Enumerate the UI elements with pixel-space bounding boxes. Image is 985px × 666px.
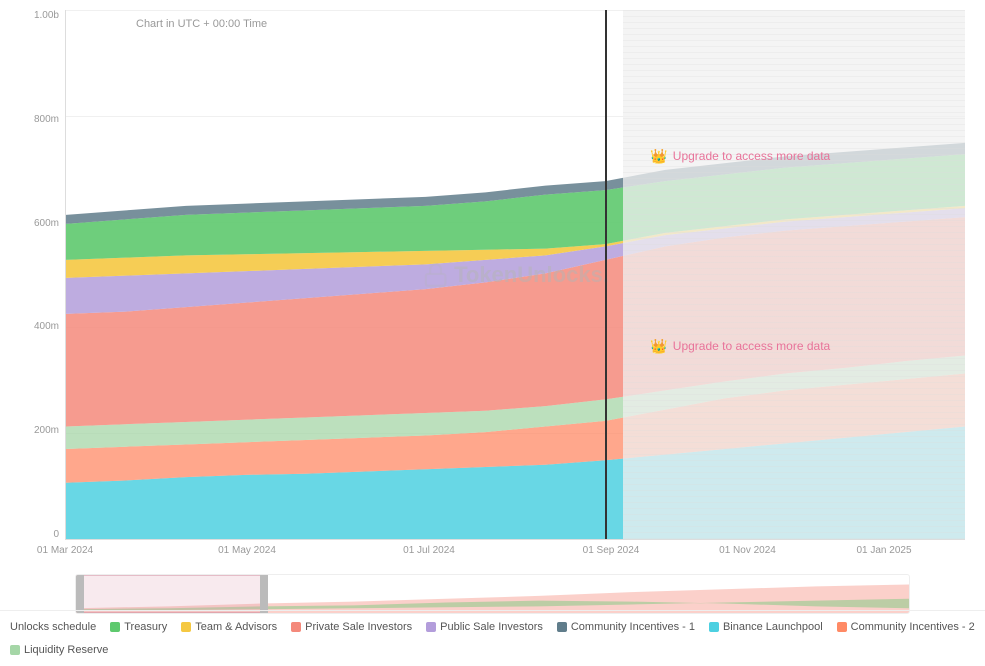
y-label-600m: 600m	[34, 218, 59, 229]
x-label-sep: 01 Sep 2024	[583, 545, 640, 556]
legend-item-binance: Binance Launchpool	[709, 621, 823, 633]
y-label-1b: 1.00b	[34, 10, 59, 21]
y-axis: 1.00b 800m 600m 400m 200m 0	[10, 10, 65, 540]
y-label-200m: 200m	[34, 425, 59, 436]
legend-label-community2: Community Incentives - 2	[851, 621, 975, 633]
x-label-jul: 01 Jul 2024	[403, 545, 455, 556]
navigator-selection[interactable]	[76, 575, 268, 613]
legend-label-community1: Community Incentives - 1	[571, 621, 695, 633]
upgrade-text-bottom: Upgrade to access more data	[673, 339, 830, 353]
legend-label-public: Public Sale Investors	[440, 621, 543, 633]
legend-label-private: Private Sale Investors	[305, 621, 412, 633]
chart-plot-area: Today 👑 Upgrade to access more data 👑 Up…	[65, 10, 965, 540]
navigator[interactable]	[75, 574, 910, 614]
navigator-handle-left[interactable]	[76, 575, 84, 613]
y-label-400m: 400m	[34, 321, 59, 332]
chart-container: 1.00b 800m 600m 400m 200m 0	[0, 0, 985, 666]
legend-dot-private	[291, 622, 301, 632]
legend-dot-treasury	[110, 622, 120, 632]
x-label-mar: 01 Mar 2024	[37, 545, 93, 556]
legend-item-community2: Community Incentives - 2	[837, 621, 975, 633]
legend-label-liquidity: Liquidity Reserve	[24, 644, 108, 656]
today-line: Today	[605, 10, 607, 539]
upgrade-box-top[interactable]: 👑 Upgrade to access more data	[650, 148, 830, 165]
legend-dot-public	[426, 622, 436, 632]
crown-icon-bottom: 👑	[650, 338, 667, 355]
legend-item-treasury: Treasury	[110, 621, 167, 633]
legend-dot-binance	[709, 622, 719, 632]
legend-label-binance: Binance Launchpool	[723, 621, 823, 633]
upgrade-text-top: Upgrade to access more data	[673, 149, 830, 163]
legend-item-liquidity: Liquidity Reserve	[10, 644, 108, 656]
legend-label-team: Team & Advisors	[195, 621, 277, 633]
blur-overlay	[623, 10, 965, 539]
legend-dot-community2	[837, 622, 847, 632]
legend-item-team: Team & Advisors	[181, 621, 277, 633]
navigator-handle-right[interactable]	[260, 575, 268, 613]
legend-dot-liquidity	[10, 645, 20, 655]
legend-item-private: Private Sale Investors	[291, 621, 412, 633]
x-axis: 01 Mar 2024 01 May 2024 01 Jul 2024 01 S…	[65, 540, 975, 570]
legend-item-community1: Community Incentives - 1	[557, 621, 695, 633]
x-label-nov: 01 Nov 2024	[719, 545, 776, 556]
crown-icon-top: 👑	[650, 148, 667, 165]
legend-title-text: Unlocks schedule	[10, 621, 96, 633]
y-label-800m: 800m	[34, 114, 59, 125]
legend-item-public: Public Sale Investors	[426, 621, 543, 633]
chart-area: 1.00b 800m 600m 400m 200m 0	[10, 10, 975, 570]
x-label-may: 01 May 2024	[218, 545, 276, 556]
upgrade-box-bottom[interactable]: 👑 Upgrade to access more data	[650, 338, 830, 355]
legend-title: Unlocks schedule	[10, 621, 96, 633]
legend-dot-community1	[557, 622, 567, 632]
y-label-0: 0	[53, 529, 59, 540]
legend-label-treasury: Treasury	[124, 621, 167, 633]
chart-title: Chart in UTC + 00:00 Time	[136, 18, 267, 30]
x-label-jan: 01 Jan 2025	[856, 545, 911, 556]
legend: Unlocks schedule Treasury Team & Advisor…	[0, 610, 985, 666]
legend-dot-team	[181, 622, 191, 632]
